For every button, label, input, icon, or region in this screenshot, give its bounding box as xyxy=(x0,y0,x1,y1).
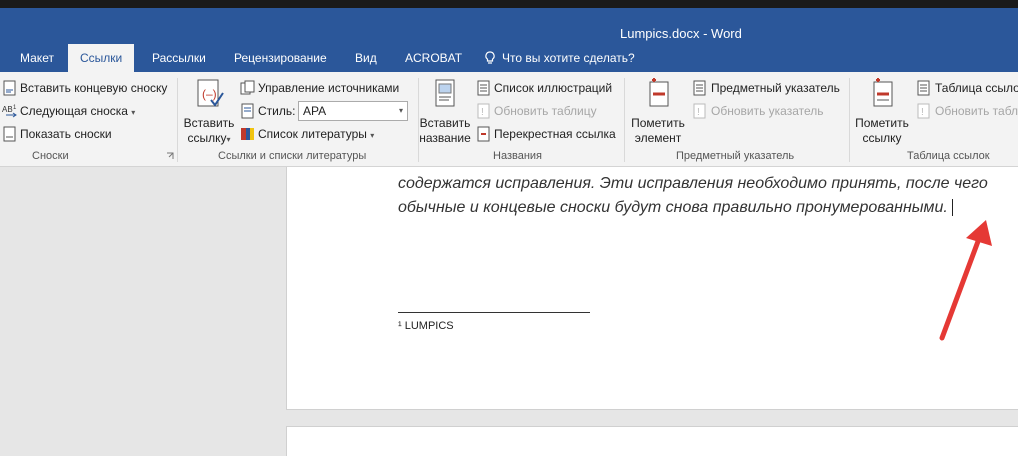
insert-caption-label-1: Вставить xyxy=(419,116,471,130)
update-toa-button[interactable]: Обновить табл xyxy=(935,104,1018,118)
tab-review[interactable]: Рецензирование xyxy=(222,44,339,72)
bibliography-icon xyxy=(241,128,254,140)
cross-reference-button[interactable]: Перекрестная ссылка xyxy=(494,127,616,141)
chevron-down-icon: ▾ xyxy=(370,131,375,140)
lightbulb-icon xyxy=(485,51,495,64)
insert-citation-label-1: Вставить xyxy=(183,116,235,130)
tab-acrobat[interactable]: ACROBAT xyxy=(393,44,474,72)
svg-text:1: 1 xyxy=(13,105,17,111)
document-body-text[interactable]: содержатся исправления. Эти исправления … xyxy=(398,172,1014,220)
tab-view[interactable]: Вид xyxy=(343,44,389,72)
chevron-down-icon: ▾ xyxy=(131,108,136,117)
insert-citation-button[interactable]: (–) Вставить ссылку▾ xyxy=(182,78,236,147)
body-line-2: обычные и концевые сноски будут снова пр… xyxy=(398,199,948,216)
insert-endnote-button[interactable]: Вставить концевую сноску xyxy=(20,81,167,95)
index-group-label: Предметный указатель xyxy=(676,150,795,162)
style-label: Стиль: xyxy=(258,104,296,118)
red-arrow-annotation xyxy=(939,220,992,341)
tab-references[interactable]: Ссылки xyxy=(68,44,135,72)
next-footnote-icon: AB 1 xyxy=(2,105,17,118)
top-strip xyxy=(0,0,1018,8)
insert-citation-icon: (–) xyxy=(197,79,224,107)
tab-layout[interactable]: Макет xyxy=(8,44,66,72)
footnotes-group-label: Сноски xyxy=(32,150,69,162)
cross-reference-icon xyxy=(477,126,490,142)
svg-text:!: ! xyxy=(481,107,484,118)
manage-sources-button[interactable]: Управление источниками xyxy=(258,81,399,95)
mark-entry-icon xyxy=(649,78,669,107)
mark-entry-button[interactable]: Пометить элемент xyxy=(628,78,688,146)
mark-citation-label-2: ссылку xyxy=(862,131,902,145)
mark-citation-label-1: Пометить xyxy=(855,116,909,130)
svg-text:(–): (–) xyxy=(202,87,217,101)
table-of-figures-icon xyxy=(477,80,490,96)
group-separator xyxy=(849,78,850,162)
title-bar: Lumpics.docx - Word xyxy=(0,8,1018,44)
insert-toa-icon xyxy=(917,80,930,96)
svg-text:!: ! xyxy=(697,107,700,118)
mark-citation-icon xyxy=(873,78,893,107)
next-footnote-button[interactable]: Следующая сноска ▾ xyxy=(20,104,135,118)
insert-endnote-icon xyxy=(3,80,16,96)
ribbon: Вставить концевую сноску AB 1 Следующая … xyxy=(0,72,1018,167)
show-notes-button[interactable]: Показать сноски xyxy=(20,127,112,141)
next-document-page[interactable] xyxy=(286,426,1018,456)
toa-group-label: Таблица ссылок xyxy=(907,150,990,162)
svg-text:!: ! xyxy=(921,107,924,118)
footnote-separator xyxy=(398,312,590,313)
group-separator xyxy=(624,78,625,162)
mark-citation-button[interactable]: Пометить ссылку xyxy=(852,78,912,146)
svg-text:AB: AB xyxy=(2,105,13,114)
next-footnote-label: Следующая сноска xyxy=(20,104,128,118)
tell-me-label: Что вы хотите сделать? xyxy=(502,51,635,65)
insert-caption-button[interactable]: Вставить название xyxy=(418,78,472,146)
insert-index-icon xyxy=(693,80,706,96)
insert-caption-icon xyxy=(435,79,455,107)
text-cursor xyxy=(951,199,953,217)
insert-toa-button[interactable]: Таблица ссылок xyxy=(935,81,1018,95)
style-value: APA xyxy=(303,104,327,118)
citations-group-label: Ссылки и списки литературы xyxy=(218,150,367,162)
dialog-launcher-icon[interactable] xyxy=(166,152,174,160)
table-of-figures-button[interactable]: Список иллюстраций xyxy=(494,81,612,95)
update-index-icon: ! xyxy=(693,103,706,119)
update-toa-icon: ! xyxy=(917,103,930,119)
bibliography-button[interactable]: Список литературы ▾ xyxy=(258,127,374,141)
window-title: Lumpics.docx - Word xyxy=(620,26,742,41)
manage-sources-icon xyxy=(240,80,255,95)
update-index-button[interactable]: Обновить указатель xyxy=(711,104,824,118)
chevron-down-icon: ▾ xyxy=(398,106,403,115)
body-line-1: содержатся исправления. Эти исправления … xyxy=(398,175,988,192)
tell-me-box[interactable]: Что вы хотите сделать? xyxy=(484,44,635,72)
group-separator xyxy=(177,78,178,162)
chevron-down-icon: ▾ xyxy=(226,135,231,144)
bibliography-label: Список литературы xyxy=(258,127,367,141)
insert-caption-label-2: название xyxy=(419,131,471,145)
style-icon xyxy=(241,103,254,119)
footnote-text[interactable]: ¹ LUMPICS xyxy=(398,320,454,332)
captions-group-label: Названия xyxy=(493,150,542,162)
style-select[interactable]: APA ▾ xyxy=(298,101,408,121)
tab-mailings[interactable]: Рассылки xyxy=(140,44,218,72)
insert-citation-label-2: ссылку xyxy=(187,131,227,145)
update-table-button[interactable]: Обновить таблицу xyxy=(494,104,597,118)
insert-index-button[interactable]: Предметный указатель xyxy=(711,81,840,95)
mark-entry-label-2: элемент xyxy=(634,131,682,145)
mark-entry-label-1: Пометить xyxy=(631,116,685,130)
update-table-icon: ! xyxy=(477,103,490,119)
show-notes-icon xyxy=(3,126,16,142)
